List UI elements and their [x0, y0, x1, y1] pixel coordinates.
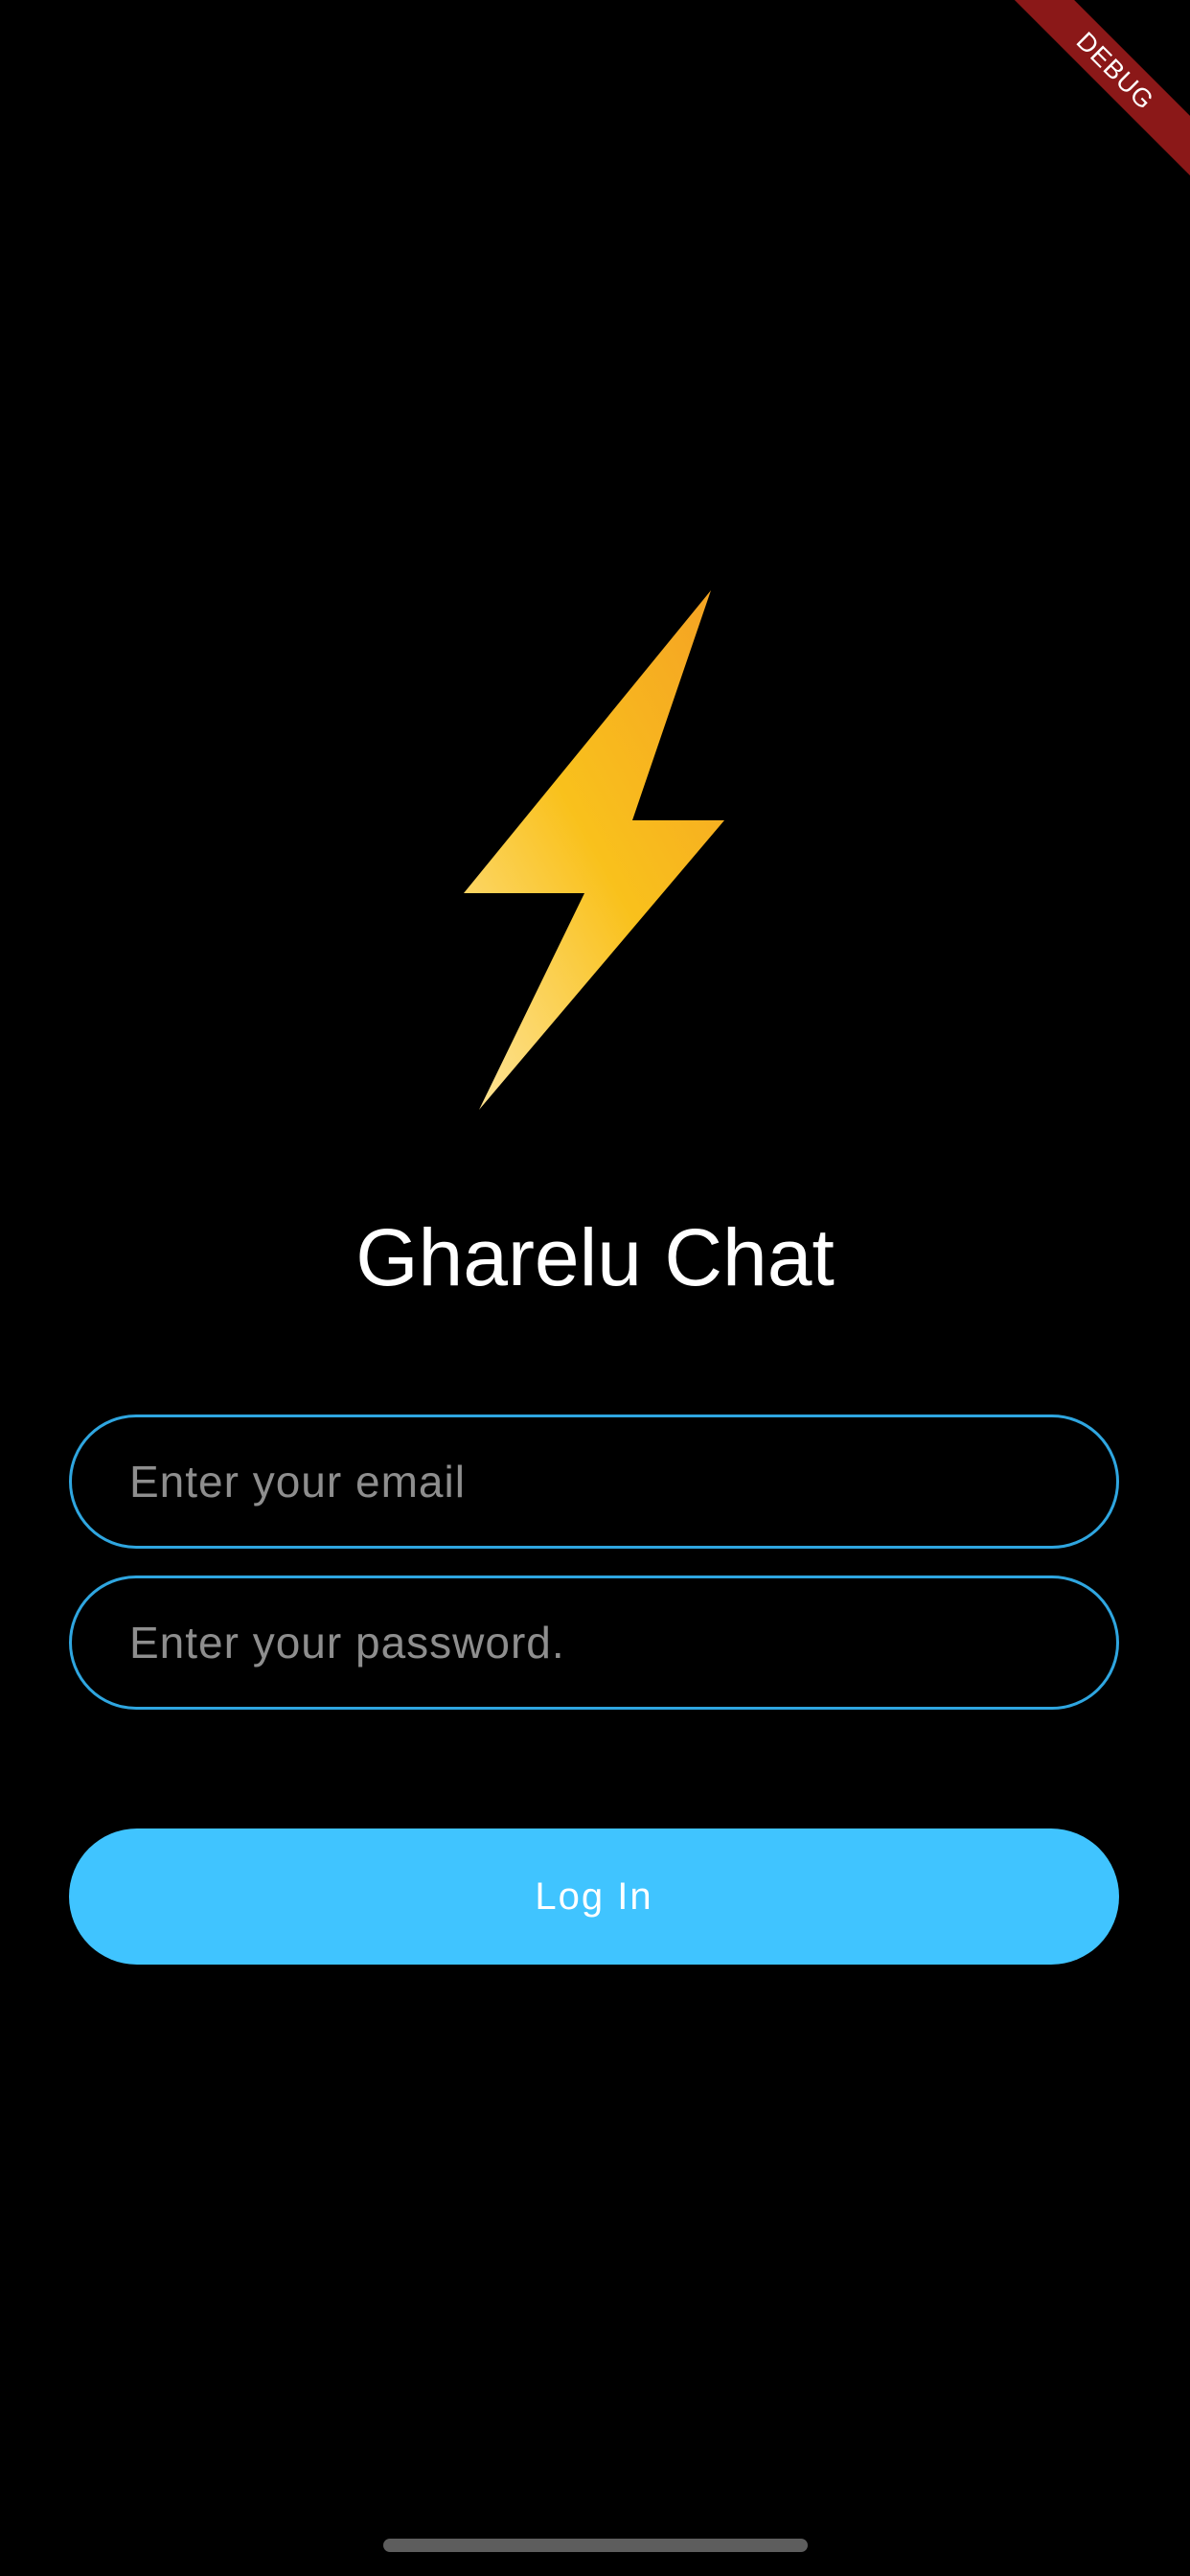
password-input[interactable]	[127, 1616, 1061, 1669]
email-field[interactable]	[69, 1414, 1119, 1549]
login-button[interactable]: Log In	[69, 1828, 1119, 1965]
debug-banner: DEBUG	[998, 0, 1190, 192]
lightning-bolt-icon	[462, 590, 726, 1110]
password-field[interactable]	[69, 1576, 1119, 1710]
debug-banner-label: DEBUG	[1005, 0, 1190, 181]
email-input[interactable]	[127, 1455, 1061, 1508]
home-indicator[interactable]	[383, 2539, 808, 2552]
app-title: Gharelu Chat	[355, 1212, 835, 1302]
